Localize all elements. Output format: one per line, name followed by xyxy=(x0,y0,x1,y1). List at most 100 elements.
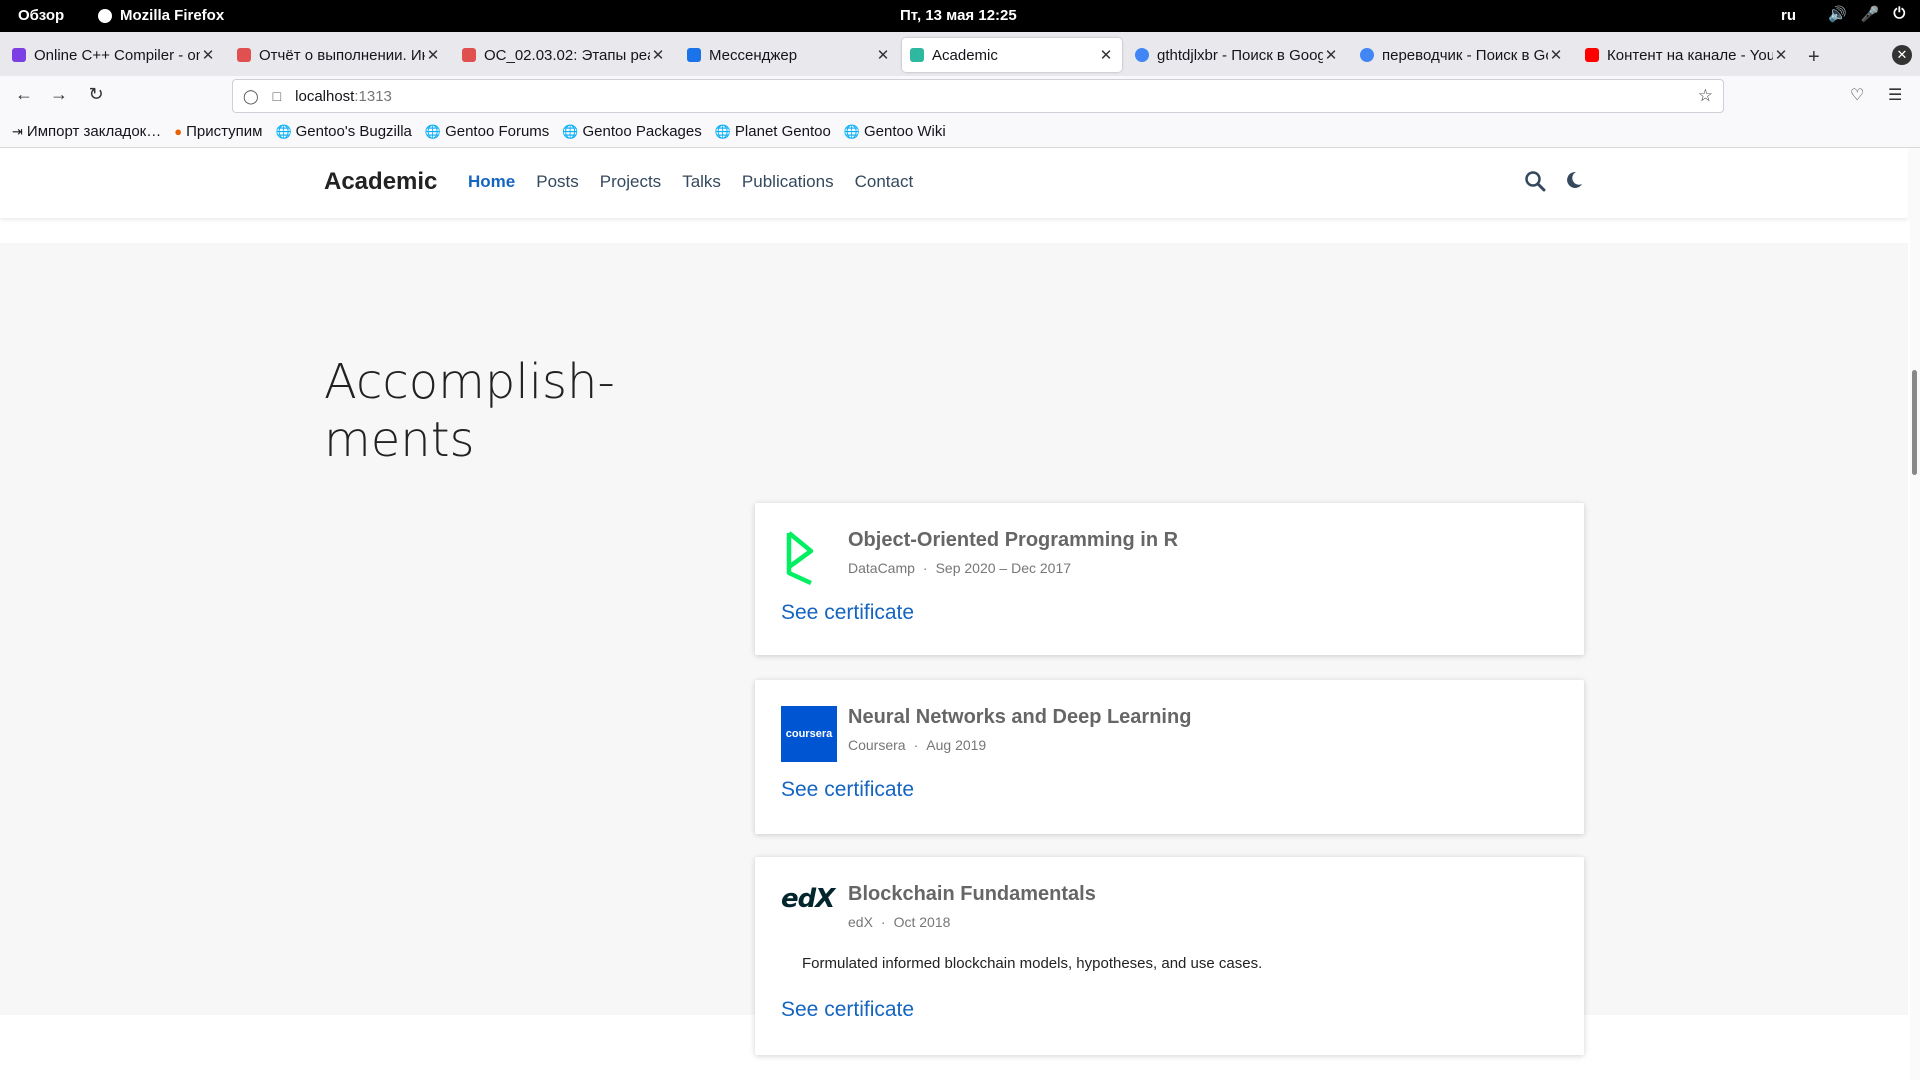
close-window-button[interactable]: ✕ xyxy=(1892,45,1912,65)
see-certificate-link[interactable]: See certificate xyxy=(781,998,914,1022)
close-icon[interactable]: ✕ xyxy=(650,46,666,64)
close-icon[interactable]: ✕ xyxy=(875,46,891,64)
menu-item-talks[interactable]: Talks xyxy=(682,172,721,192)
back-button[interactable]: ← xyxy=(12,84,36,105)
tab[interactable]: Контент на канале - YouTube ✕ xyxy=(1577,38,1797,72)
bookmark-label: Gentoo Packages xyxy=(582,123,702,140)
close-icon[interactable]: ✕ xyxy=(425,46,441,64)
pocket-icon[interactable]: ♡ xyxy=(1850,85,1864,105)
tab-favicon-icon xyxy=(910,48,924,62)
globe-icon: 🌐 xyxy=(562,123,579,139)
close-icon[interactable]: ✕ xyxy=(1098,46,1114,64)
close-icon[interactable]: ✕ xyxy=(1773,46,1789,64)
tab-favicon-icon xyxy=(12,48,26,62)
close-icon[interactable]: ✕ xyxy=(1548,46,1564,64)
accomplishment-card: coursera Neural Networks and Deep Learni… xyxy=(755,680,1584,834)
scrollbar-thumb[interactable] xyxy=(1912,370,1917,475)
see-certificate-link[interactable]: See certificate xyxy=(781,778,914,802)
page-scrollbar[interactable] xyxy=(1910,148,1920,1080)
tab-label: переводчик - Поиск в Google xyxy=(1382,46,1548,64)
microphone-icon: 🎤 xyxy=(1860,6,1880,23)
accomplishment-card: Object-Oriented Programming in R DataCam… xyxy=(755,503,1584,655)
accomplishment-date: Aug 2019 xyxy=(926,737,987,753)
system-tray[interactable]: 🔊 🎤 ⏻ xyxy=(1828,5,1905,23)
globe-icon: 🌐 xyxy=(714,123,731,139)
bookmark-label: Gentoo's Bugzilla xyxy=(295,123,412,140)
menu-item-posts[interactable]: Posts xyxy=(536,172,579,192)
bookmark-item[interactable]: 🌐 Gentoo Forums xyxy=(425,123,549,140)
accomplishment-meta: DataCamp · Sep 2020 – Dec 2017 xyxy=(848,560,1072,576)
accomplishments-section: Accomplish-ments Object-Oriented Program… xyxy=(0,243,1908,1055)
tab-favicon-icon xyxy=(1135,48,1149,62)
datacamp-logo xyxy=(781,529,837,586)
search-icon[interactable] xyxy=(1524,170,1546,198)
close-icon[interactable]: ✕ xyxy=(200,46,216,64)
coursera-logo: coursera xyxy=(781,706,837,762)
tab[interactable]: переводчик - Поиск в Google ✕ xyxy=(1352,38,1572,72)
tab-active[interactable]: Academic ✕ xyxy=(902,38,1122,72)
bookmark-item[interactable]: 🌐 Gentoo Wiki xyxy=(844,123,946,140)
forward-button[interactable]: → xyxy=(47,84,71,105)
bookmark-item[interactable]: ● Приступим xyxy=(174,123,262,140)
clock[interactable]: Пт, 13 мая 12:25 xyxy=(900,7,1017,24)
see-certificate-link[interactable]: See certificate xyxy=(781,601,914,625)
firefox-icon xyxy=(98,8,112,23)
site-actions xyxy=(1524,170,1584,198)
menu-item-projects[interactable]: Projects xyxy=(600,172,661,192)
system-top-bar: Обзор Mozilla Firefox Пт, 13 мая 12:25 r… xyxy=(0,0,1920,32)
reload-button[interactable]: ↻ xyxy=(84,84,108,105)
url-host: localhost xyxy=(295,87,355,105)
tab[interactable]: Отчёт о выполнении. Ин ✕ xyxy=(229,38,449,72)
tab[interactable]: gthtdjlxbr - Поиск в Google ✕ xyxy=(1127,38,1347,72)
edx-logo-text: edX xyxy=(781,884,835,914)
web-page: Academic Home Posts Projects Talks Publi… xyxy=(0,148,1920,1080)
section-title: Accomplish-ments xyxy=(324,354,615,468)
accomplishment-meta: Coursera · Aug 2019 xyxy=(848,737,987,753)
import-icon: ⇥ xyxy=(12,123,23,139)
globe-icon: 🌐 xyxy=(843,123,861,139)
firefox-icon: ● xyxy=(174,124,183,139)
close-icon[interactable]: ✕ xyxy=(1323,46,1339,64)
bookmark-label: Импорт закладок… xyxy=(26,123,162,140)
bookmark-item[interactable]: ⇥ Импорт закладок… xyxy=(12,123,161,140)
site-brand[interactable]: Academic xyxy=(324,168,437,196)
menu-item-home[interactable]: Home xyxy=(468,172,515,192)
accomplishment-card: edX Blockchain Fundamentals edX · Oct 2018… xyxy=(755,857,1584,1055)
coursera-logo-text: coursera xyxy=(785,728,833,740)
bookmark-item[interactable]: 🌐 Gentoo's Bugzilla xyxy=(275,123,411,140)
keyboard-layout[interactable]: ru xyxy=(1781,7,1796,24)
address-bar[interactable]: ◯ □ localhost:1313 ☆ xyxy=(232,79,1724,113)
bookmark-label: Приступим xyxy=(186,123,263,140)
tab-favicon-icon xyxy=(237,48,251,62)
shield-icon[interactable]: ◯ xyxy=(243,88,259,105)
accomplishment-title: Neural Networks and Deep Learning xyxy=(848,706,1192,728)
dark-mode-moon-icon[interactable] xyxy=(1564,170,1584,198)
site-navbar: Academic Home Posts Projects Talks Publi… xyxy=(0,148,1908,218)
menu-item-contact[interactable]: Contact xyxy=(855,172,914,192)
activities-button[interactable]: Обзор xyxy=(18,7,64,24)
accomplishment-org: edX xyxy=(848,914,873,930)
globe-icon: 🌐 xyxy=(424,123,442,139)
tab-favicon-icon xyxy=(462,48,476,62)
menu-item-publications[interactable]: Publications xyxy=(742,172,834,192)
app-menu[interactable]: Mozilla Firefox xyxy=(98,7,224,24)
bookmark-star-icon[interactable]: ☆ xyxy=(1698,86,1713,106)
power-icon: ⏻ xyxy=(1893,5,1906,22)
tab-label: Контент на канале - YouTube xyxy=(1607,46,1773,64)
tab[interactable]: Мессенджер ✕ xyxy=(679,38,899,72)
tab-favicon-icon xyxy=(1585,48,1599,62)
bookmark-item[interactable]: 🌐 Gentoo Packages xyxy=(562,123,701,140)
bookmark-item[interactable]: 🌐 Planet Gentoo xyxy=(715,123,831,140)
tab[interactable]: ОС_02.03.02: Этапы реа ✕ xyxy=(454,38,674,72)
tab-strip: Online C++ Compiler - online ✕ Отчёт о в… xyxy=(0,32,1920,76)
accomplishment-description: Formulated informed blockchain models, h… xyxy=(802,955,1263,972)
globe-icon: 🌐 xyxy=(275,123,292,139)
bookmark-label: Gentoo Wiki xyxy=(864,123,946,140)
new-tab-button[interactable]: + xyxy=(1808,46,1820,69)
tab[interactable]: Online C++ Compiler - online ✕ xyxy=(4,38,224,72)
accomplishment-org: DataCamp xyxy=(848,560,915,576)
menu-icon[interactable]: ☰ xyxy=(1888,85,1902,105)
accomplishment-title: Blockchain Fundamentals xyxy=(848,883,1096,905)
site-menu: Home Posts Projects Talks Publications C… xyxy=(468,172,913,192)
tab-favicon-icon xyxy=(687,48,701,62)
